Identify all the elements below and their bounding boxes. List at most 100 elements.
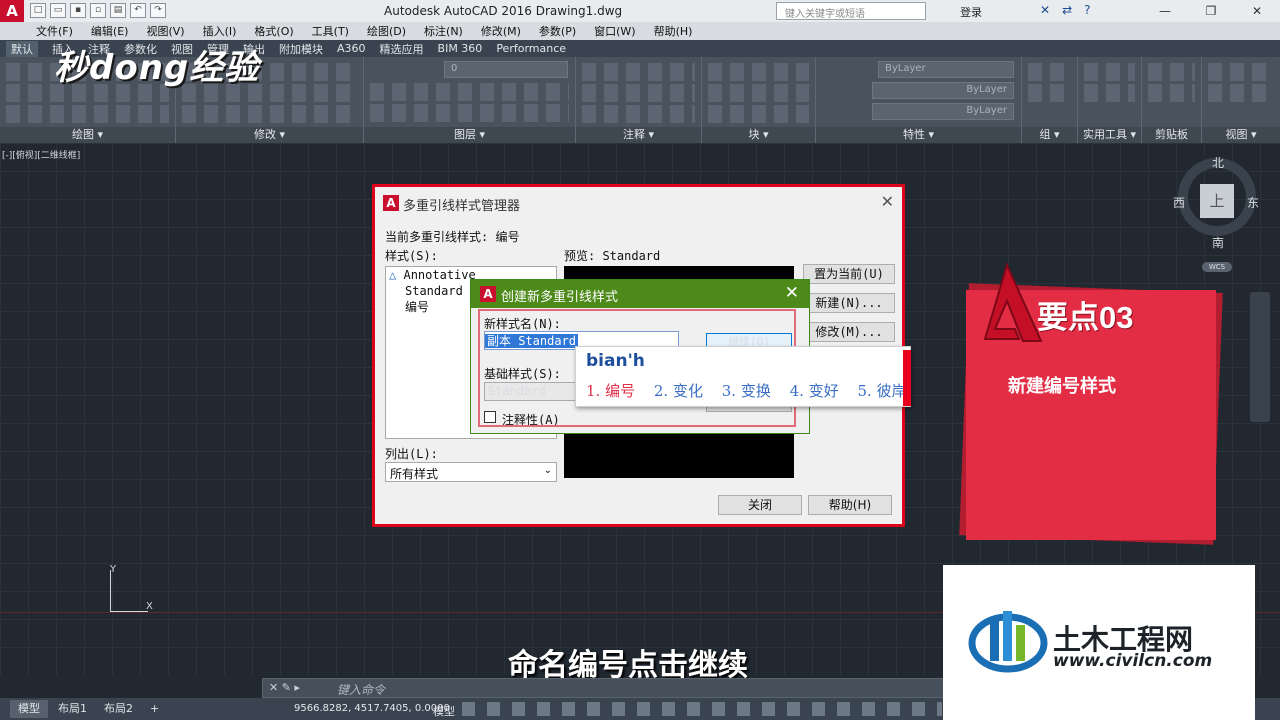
new-file-icon[interactable]: □	[30, 3, 46, 18]
menu-window[interactable]: 窗口(W)	[594, 23, 635, 39]
list-label: 列出(L):	[385, 447, 438, 461]
command-tools-icon[interactable]: ✕ ✎ ▸	[269, 681, 300, 694]
dialog-title: 多重引线样式管理器	[403, 199, 521, 214]
viewcube-west[interactable]: 西	[1173, 194, 1185, 211]
tab-a360[interactable]: A360	[337, 42, 366, 55]
panel-title-utilities[interactable]: 实用工具 ▾	[1078, 127, 1141, 143]
color-combo[interactable]: ByLayer	[878, 61, 1014, 78]
plot-icon[interactable]: ▤	[110, 3, 126, 18]
help-button[interactable]: 帮助(H)	[808, 495, 892, 515]
viewcube-north[interactable]: 北	[1212, 154, 1224, 171]
command-line[interactable]: ✕ ✎ ▸ 键入命令	[262, 678, 944, 698]
tab-bim360[interactable]: BIM 360	[438, 42, 483, 55]
panel-title-groups[interactable]: 组 ▾	[1022, 127, 1077, 143]
new-button[interactable]: 新建(N)...	[803, 293, 895, 313]
autocad-logo-icon[interactable]: A	[0, 0, 24, 22]
login-link[interactable]: 登录	[960, 4, 982, 20]
menu-draw[interactable]: 绘图(D)	[367, 23, 406, 39]
tab-layout2[interactable]: 布局2	[96, 700, 141, 718]
panel-title-annotation[interactable]: 注释 ▾	[576, 127, 701, 143]
open-file-icon[interactable]: ▭	[50, 3, 66, 18]
list-filter-select[interactable]: 所有样式 ⌄	[385, 462, 557, 482]
panel-annotation: 注释 ▾	[576, 57, 702, 143]
panel-title-view[interactable]: 视图 ▾	[1202, 127, 1280, 143]
preview-label: 预览: Standard	[564, 249, 661, 263]
model-space-toggle[interactable]: 模型	[433, 703, 455, 719]
menu-parametric[interactable]: 参数(P)	[539, 23, 576, 39]
menu-edit[interactable]: 编辑(E)	[91, 23, 129, 39]
menu-modify[interactable]: 修改(M)	[481, 23, 521, 39]
viewcube-top-face[interactable]: 上	[1200, 184, 1234, 218]
autocad-a-logo-icon	[983, 263, 1043, 342]
panel-title-layers[interactable]: 图层 ▾	[364, 127, 575, 143]
tab-addins[interactable]: 附加模块	[279, 41, 323, 57]
help-icon[interactable]: ?	[1084, 3, 1090, 17]
title-bar: A □ ▭ ▪ ▫ ▤ ↶ ↷ Autodesk AutoCAD 2016 Dr…	[0, 0, 1280, 22]
close-window-icon[interactable]: ✕	[1234, 0, 1280, 22]
menu-dimension[interactable]: 标注(N)	[424, 23, 463, 39]
panel-view: 视图 ▾	[1202, 57, 1280, 143]
ime-candidate-4[interactable]: 4. 变好	[790, 382, 839, 400]
set-current-button[interactable]: 置为当前(U)	[803, 264, 895, 284]
panel-title-properties[interactable]: 特性 ▾	[816, 127, 1021, 143]
ime-candidate-3[interactable]: 3. 变换	[722, 382, 771, 400]
save-icon[interactable]: ▪	[70, 3, 86, 18]
ucs-y-axis	[110, 570, 111, 612]
linetype-combo[interactable]: ByLayer	[872, 82, 1014, 99]
titlebar-tools: ✕ ⇄ ?	[1040, 3, 1091, 17]
panel-title-draw[interactable]: 绘图 ▾	[0, 127, 175, 143]
quick-access-toolbar: □ ▭ ▪ ▫ ▤ ↶ ↷	[30, 3, 166, 18]
command-input[interactable]: 键入命令	[337, 681, 385, 698]
menu-file[interactable]: 文件(F)	[36, 23, 73, 39]
panel-properties: ByLayer ByLayer ByLayer 特性 ▾	[816, 57, 1022, 143]
menu-format[interactable]: 格式(O)	[254, 23, 293, 39]
ime-candidate-1[interactable]: 1. 编号	[586, 382, 635, 400]
tab-performance[interactable]: Performance	[496, 42, 566, 55]
menu-tools[interactable]: 工具(T)	[312, 23, 349, 39]
lineweight-combo[interactable]: ByLayer	[872, 103, 1014, 120]
status-toggles[interactable]	[462, 702, 942, 716]
close-icon[interactable]: ✕	[881, 192, 894, 211]
close-button[interactable]: 关闭	[718, 495, 802, 515]
search-input[interactable]: 键入关键字或短语	[776, 2, 926, 20]
viewcube-east[interactable]: 东	[1247, 194, 1259, 211]
tab-layout1[interactable]: 布局1	[50, 700, 95, 718]
panel-clipboard: 剪贴板	[1142, 57, 1202, 143]
inner-title-bar: A 创建新多重引线样式 ✕	[471, 280, 809, 308]
panel-block: 块 ▾	[702, 57, 816, 143]
ime-candidate-2[interactable]: 2. 变化	[654, 382, 703, 400]
chevron-down-icon: ⌄	[543, 465, 552, 476]
ime-candidate-5[interactable]: 5. 彼岸	[858, 382, 907, 400]
panel-title-block[interactable]: 块 ▾	[702, 127, 815, 143]
navigation-bar[interactable]	[1250, 292, 1270, 422]
miaodong-watermark: 秒dong经验	[54, 48, 260, 88]
menu-insert[interactable]: 插入(I)	[203, 23, 237, 39]
wcs-menu[interactable]: WCS	[1202, 262, 1232, 272]
tab-default[interactable]: 默认	[6, 40, 38, 57]
save-as-icon[interactable]: ▫	[90, 3, 106, 18]
tab-featured-apps[interactable]: 精选应用	[380, 41, 424, 57]
civilcn-building-icon	[968, 611, 1048, 673]
ime-candidate-window: bian'h 1. 编号 2. 变化 3. 变换 4. 变好 5. 彼岸	[575, 346, 911, 407]
panel-title-modify[interactable]: 修改 ▾	[176, 127, 363, 143]
menu-help[interactable]: 帮助(H)	[654, 23, 693, 39]
panel-utilities: 实用工具 ▾	[1078, 57, 1142, 143]
add-layout-button[interactable]: +	[142, 700, 167, 718]
menu-view[interactable]: 视图(V)	[146, 23, 184, 39]
ime-candidates: 1. 编号 2. 变化 3. 变换 4. 变好 5. 彼岸	[586, 380, 921, 401]
minimize-icon[interactable]: —	[1142, 0, 1188, 22]
modify-button[interactable]: 修改(M)...	[803, 322, 895, 342]
exchange-icon[interactable]: ✕	[1040, 3, 1050, 17]
tab-model[interactable]: 模型	[10, 700, 48, 718]
panel-title-clipboard[interactable]: 剪贴板	[1142, 127, 1201, 143]
card-title: 要点03	[1037, 300, 1134, 335]
redo-icon[interactable]: ↷	[150, 3, 166, 18]
restore-icon[interactable]: ❐	[1188, 0, 1234, 22]
undo-icon[interactable]: ↶	[130, 3, 146, 18]
viewport-label[interactable]: [-][俯视][二维线框]	[2, 148, 80, 161]
a360-icon[interactable]: ⇄	[1062, 3, 1072, 17]
layer-combo[interactable]: 0	[444, 61, 568, 78]
inner-close-icon[interactable]: ✕	[785, 283, 799, 303]
inner-dialog-title: 创建新多重引线样式	[501, 290, 619, 305]
viewcube-south[interactable]: 南	[1212, 234, 1224, 251]
